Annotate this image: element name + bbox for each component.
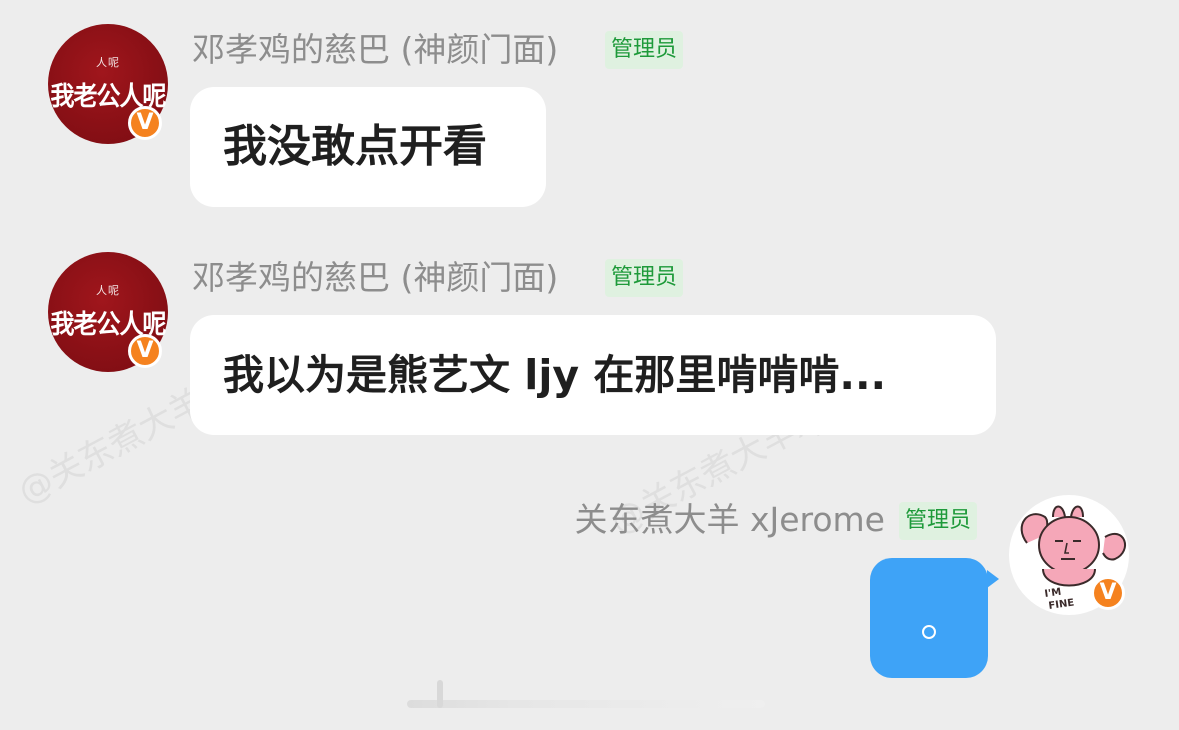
home-indicator[interactable] xyxy=(407,680,765,708)
message-bubble[interactable]: 我没敢点开看 xyxy=(190,87,546,207)
svg-text:I'M: I'M xyxy=(1044,587,1062,600)
avatar[interactable]: 人呢 我老公人呢 V xyxy=(48,252,168,372)
verified-badge-icon: V xyxy=(128,106,162,140)
bubble-tail xyxy=(987,570,999,588)
avatar-small-text: 人呢 xyxy=(96,284,120,297)
message-text: 我以为是熊艺文 ljy 在那里啃啃啃... xyxy=(223,351,887,399)
message-bubble[interactable]: 我以为是熊艺文 ljy 在那里啃啃啃... xyxy=(190,315,996,435)
scroll-handle[interactable] xyxy=(437,680,443,708)
sender-name[interactable]: 邓孝鸡的慈巴 (神颜门面) xyxy=(192,30,558,70)
avatar[interactable]: 人呢 我老公人呢 V xyxy=(48,24,168,144)
verified-badge-icon: V xyxy=(128,334,162,368)
admin-tag: 管理员 xyxy=(899,502,978,540)
message-bubble-self[interactable] xyxy=(870,558,999,678)
sender-name[interactable]: 邓孝鸡的慈巴 (神颜门面) xyxy=(192,258,558,298)
admin-tag: 管理员 xyxy=(605,31,684,69)
avatar[interactable]: I'M FINE V xyxy=(1009,495,1129,615)
sender-name[interactable]: 关东煮大羊 xJerome xyxy=(574,500,885,540)
message-text xyxy=(922,625,936,639)
admin-tag: 管理员 xyxy=(605,259,684,297)
verified-badge-icon: V xyxy=(1091,576,1125,610)
message-text: 我没敢点开看 xyxy=(223,121,487,172)
avatar-small-text: 人呢 xyxy=(96,56,120,69)
svg-text:FINE: FINE xyxy=(1048,597,1075,612)
